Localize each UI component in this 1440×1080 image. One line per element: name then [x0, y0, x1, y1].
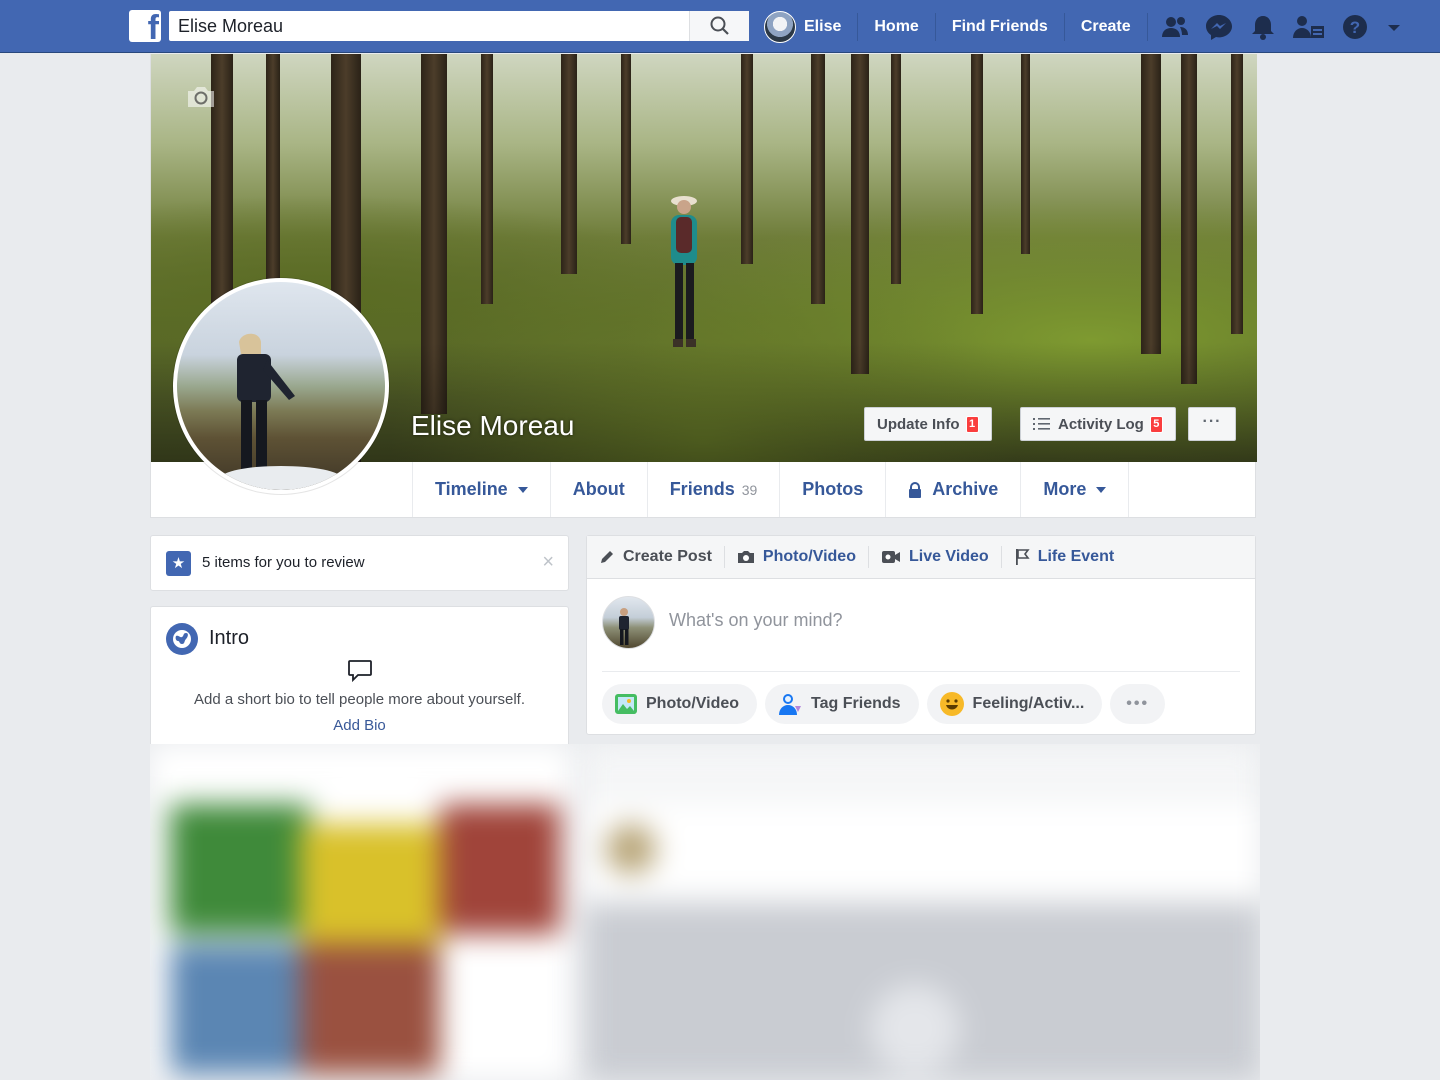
search-box — [169, 11, 749, 41]
camera-icon — [737, 551, 754, 563]
lock-icon — [909, 481, 922, 498]
friends-count: 39 — [741, 481, 758, 498]
globe-icon — [166, 623, 198, 655]
nav-home-link[interactable]: Home — [858, 12, 936, 41]
intro-bio-prompt: Add a short bio to tell people more abou… — [193, 691, 526, 708]
photo-video-action-label: Photo/Video — [646, 695, 740, 712]
tab-friends[interactable]: Friends 39 — [648, 462, 781, 517]
top-navigation-bar: f Elise Home Find Friends Create — [0, 0, 1440, 53]
tab-more[interactable]: More — [1021, 462, 1130, 517]
pencil-icon — [601, 551, 613, 563]
composer-tabs: Create Post Photo/Video Live Video Life … — [587, 536, 1255, 579]
profile-name[interactable]: Elise Moreau — [411, 410, 574, 442]
tag-friends-icon — [779, 694, 802, 715]
tab-label: Timeline — [435, 479, 508, 499]
messenger-icon[interactable] — [1204, 13, 1234, 41]
photo-icon — [615, 694, 637, 714]
live-video-tab[interactable]: Live Video — [881, 546, 1002, 568]
intro-card: Intro Add a short bio to tell people mor… — [150, 606, 569, 744]
nav-find-friends-link[interactable]: Find Friends — [936, 12, 1065, 41]
create-post-tab[interactable]: Create Post — [599, 546, 725, 568]
nav-create-link[interactable]: Create — [1065, 12, 1148, 41]
star-icon: ★ — [166, 551, 191, 576]
more-actions-button[interactable]: ••• — [1110, 684, 1166, 724]
tab-label: More — [1043, 479, 1087, 499]
profile-picture[interactable] — [173, 278, 389, 494]
activity-log-badge: 5 — [1149, 415, 1163, 433]
tab-label: Friends — [669, 479, 735, 499]
nav-user-name: Elise — [804, 17, 842, 35]
review-items-card[interactable]: ★ 5 items for you to review × — [150, 535, 569, 591]
avatar — [602, 596, 655, 649]
friend-requests-icon[interactable] — [1160, 13, 1190, 41]
update-info-button[interactable]: Update Info 1 — [864, 407, 992, 441]
avatar — [764, 10, 796, 43]
create-post-label: Create Post — [623, 548, 712, 565]
profile-tabs: Timeline About Friends 39 Photos Archive… — [412, 462, 1130, 517]
profile-more-options-button[interactable]: ··· — [1188, 407, 1236, 441]
review-items-text: 5 items for you to review — [202, 554, 365, 571]
life-event-tab[interactable]: Life Event — [1014, 546, 1126, 568]
update-info-badge: 1 — [965, 415, 979, 433]
tab-photos[interactable]: Photos — [780, 462, 887, 517]
tag-friends-button[interactable]: Tag Friends — [765, 684, 919, 724]
caret-down-icon — [1096, 486, 1107, 493]
composer-divider — [602, 671, 1240, 672]
search-input[interactable] — [169, 11, 689, 41]
composer-actions: Photo/Video Tag Friends Feeling/Activ...… — [602, 684, 1166, 724]
nav-profile-link[interactable]: Elise — [760, 10, 859, 43]
close-icon[interactable]: × — [542, 551, 554, 574]
avatar — [177, 282, 385, 490]
update-cover-camera-icon[interactable] — [185, 84, 217, 110]
video-camera-icon — [881, 551, 900, 563]
status-input[interactable]: What's on your mind? — [669, 610, 843, 631]
photo-video-tab[interactable]: Photo/Video — [737, 546, 869, 568]
top-nav-right: Elise Home Find Friends Create ? — [760, 0, 1404, 53]
speech-bubble-icon — [348, 660, 372, 683]
search-icon — [710, 16, 729, 35]
tab-label: Archive — [932, 479, 999, 499]
live-video-label: Live Video — [908, 548, 989, 565]
life-event-label: Life Event — [1037, 548, 1115, 565]
help-icon[interactable]: ? — [1340, 13, 1370, 41]
nav-icon-group: ? — [1148, 13, 1404, 41]
activity-log-button[interactable]: Activity Log 5 — [1020, 407, 1176, 441]
caret-down-icon — [517, 486, 528, 493]
account-menu-chevron-down-icon[interactable] — [1384, 13, 1404, 41]
tab-label: Photos — [802, 479, 864, 499]
tab-archive[interactable]: Archive — [886, 462, 1022, 517]
tab-label: About — [572, 479, 625, 499]
feeling-activity-label: Feeling/Activ... — [972, 695, 1085, 712]
add-bio-link[interactable]: Add Bio — [151, 717, 568, 734]
facebook-logo-icon[interactable]: f — [129, 10, 161, 42]
list-icon — [1033, 418, 1050, 430]
photo-video-label: Photo/Video — [762, 548, 856, 565]
smiley-face-icon — [939, 692, 964, 716]
intro-title: Intro — [209, 627, 250, 649]
friends-manage-icon[interactable] — [1292, 13, 1326, 41]
blurred-content-area — [150, 744, 1260, 1080]
photo-video-button[interactable]: Photo/Video — [602, 684, 758, 724]
activity-log-label: Activity Log — [1058, 415, 1144, 433]
svg-text:?: ? — [1349, 18, 1359, 37]
update-info-label: Update Info — [877, 415, 960, 433]
search-button[interactable] — [689, 11, 749, 41]
post-composer: Create Post Photo/Video Live Video Life … — [586, 535, 1256, 735]
feeling-activity-button[interactable]: Feeling/Activ... — [926, 684, 1103, 724]
profile-header: Elise Moreau Update Info 1 Activity Log … — [150, 54, 1257, 518]
tab-about[interactable]: About — [551, 462, 648, 517]
tab-timeline[interactable]: Timeline — [413, 462, 551, 517]
flag-icon — [1015, 549, 1030, 565]
tag-friends-label: Tag Friends — [811, 695, 901, 712]
notifications-bell-icon[interactable] — [1248, 13, 1278, 41]
